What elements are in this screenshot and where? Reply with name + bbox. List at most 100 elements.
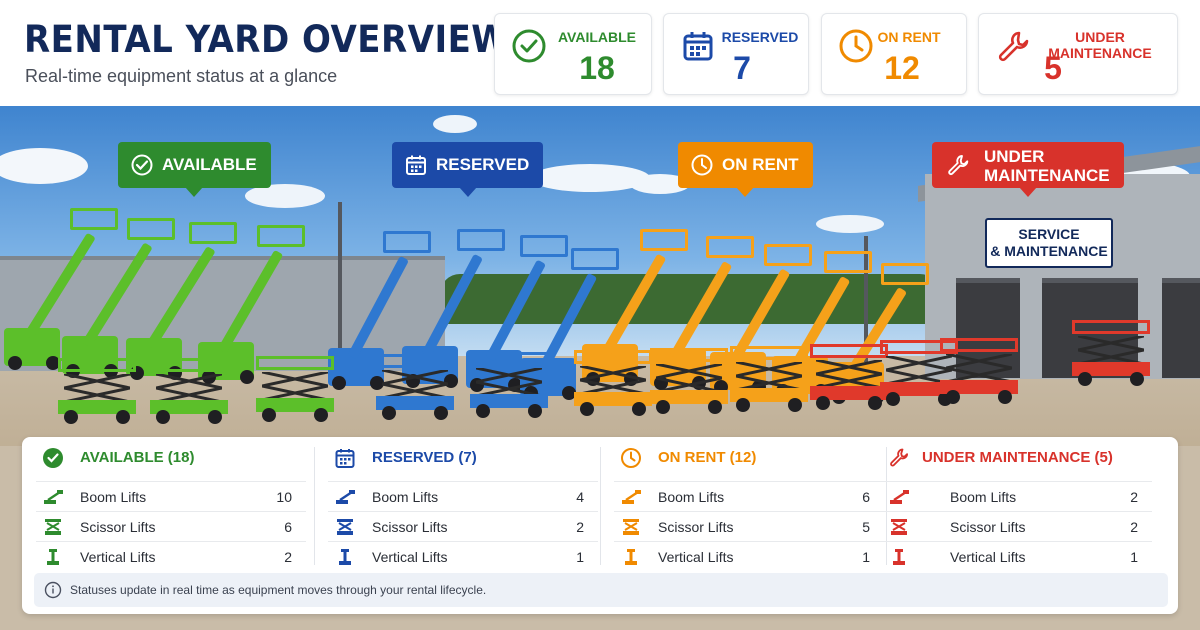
marker-label: AVAILABLE: [162, 155, 257, 174]
summary-row: Vertical Lifts 1: [614, 541, 884, 571]
header-bar: RENTAL YARD OVERVIEW Real-time equipment…: [0, 0, 1200, 106]
scissor-lift: [256, 356, 334, 422]
marker-maintenance: UNDER MAINTENANCE: [932, 142, 1124, 197]
summary-row: Scissor Lifts 6: [36, 511, 306, 541]
marker-label-line-1: UNDER: [984, 147, 1045, 166]
row-label: Scissor Lifts: [950, 519, 1026, 535]
scissor-lift: [650, 348, 728, 414]
check-circle-icon: [131, 154, 153, 176]
summary-column-on-rent: ON RENT (12) Boom Lifts 6 Scissor Lifts 5 …: [614, 445, 884, 569]
scissor-lift-icon: [891, 519, 907, 535]
summary-row: Boom Lifts 6: [614, 481, 884, 511]
scissor-lift: [730, 346, 808, 412]
summary-column-available: AVAILABLE (18) Boom Lifts 10 Scissor Lift…: [36, 445, 306, 569]
stat-card-on-rent[interactable]: ON RENT 12: [821, 13, 967, 95]
row-label: Boom Lifts: [950, 489, 1017, 505]
row-value: 4: [576, 489, 584, 505]
row-value: 1: [576, 549, 584, 565]
wrench-icon: [948, 155, 969, 176]
marker-label: RESERVED: [436, 155, 530, 174]
summary-heading-label: UNDER MAINTENANCE (5): [922, 449, 1113, 466]
sign-line-2: & MAINTENANCE: [990, 243, 1108, 259]
summary-row: Boom Lifts 2: [882, 481, 1152, 511]
check-circle-icon: [512, 29, 546, 63]
check-circle-icon: [43, 448, 63, 468]
clock-icon: [839, 29, 873, 63]
page-title: RENTAL YARD OVERVIEW: [24, 18, 510, 61]
stat-value: 5: [1044, 50, 1062, 86]
summary-heading: ON RENT (12): [614, 445, 884, 473]
scissor-lift: [376, 354, 454, 420]
scissor-lift: [58, 358, 136, 424]
row-label: Boom Lifts: [658, 489, 725, 505]
row-value: 2: [284, 549, 292, 565]
row-value: 1: [862, 549, 870, 565]
summary-column-maintenance: UNDER MAINTENANCE (5) Boom Lifts 2 Scisso…: [882, 445, 1152, 569]
calendar-icon: [335, 449, 355, 468]
row-value: 6: [284, 519, 292, 535]
vertical-lift-icon: [893, 549, 905, 565]
summary-heading: UNDER MAINTENANCE (5): [882, 445, 1152, 473]
summary-row: Scissor Lifts 2: [882, 511, 1152, 541]
stat-label: AVAILABLE: [557, 29, 637, 45]
vertical-lift-icon: [339, 549, 351, 565]
boom-lift-icon: [890, 490, 909, 504]
summary-row: Scissor Lifts 5: [614, 511, 884, 541]
row-label: Scissor Lifts: [658, 519, 734, 535]
info-text: Statuses update in real time as equipmen…: [70, 583, 487, 597]
marker-on-rent: ON RENT: [678, 142, 813, 197]
marker-label-line-2: MAINTENANCE: [984, 166, 1110, 185]
column-divider: [314, 447, 315, 565]
row-value: 2: [1130, 519, 1138, 535]
row-label: Vertical Lifts: [80, 549, 156, 565]
summary-row: Vertical Lifts 1: [328, 541, 598, 571]
row-label: Boom Lifts: [80, 489, 147, 505]
stat-card-maintenance[interactable]: UNDER MAINTENANCE 5: [978, 13, 1178, 95]
scissor-lift: [940, 338, 1018, 404]
info-icon: [44, 581, 62, 599]
boom-lift-icon: [622, 490, 641, 504]
summary-heading-label: ON RENT (12): [658, 449, 757, 466]
scissor-lift: [810, 344, 888, 410]
clock-icon: [691, 154, 713, 176]
marker-reserved: RESERVED: [392, 142, 544, 197]
status-summary-panel: AVAILABLE (18) Boom Lifts 10 Scissor Lift…: [22, 437, 1178, 614]
marker-available: AVAILABLE: [118, 142, 271, 197]
wrench-icon: [998, 31, 1029, 62]
boom-lift: [188, 210, 305, 384]
calendar-icon: [683, 32, 713, 61]
row-value: 2: [576, 519, 584, 535]
marker-label: ON RENT: [722, 155, 799, 174]
row-value: 1: [1130, 549, 1138, 565]
column-divider: [600, 447, 601, 565]
scissor-lift: [470, 352, 548, 418]
summary-row: Vertical Lifts 2: [36, 541, 306, 571]
scissor-lift: [574, 350, 652, 416]
stat-card-available[interactable]: AVAILABLE 18: [494, 13, 652, 95]
row-label: Boom Lifts: [372, 489, 439, 505]
sign-line-1: SERVICE: [1018, 226, 1080, 242]
stat-label: RESERVED: [721, 29, 799, 45]
stat-value: 7: [733, 50, 751, 86]
summary-heading-label: RESERVED (7): [372, 449, 477, 466]
service-bay-door: [1162, 278, 1200, 378]
vertical-lift-icon: [47, 549, 59, 565]
row-label: Scissor Lifts: [80, 519, 156, 535]
summary-heading: AVAILABLE (18): [36, 445, 306, 473]
stat-value: 18: [579, 50, 615, 86]
boom-lift-icon: [336, 490, 355, 504]
scissor-lift-icon: [45, 519, 61, 535]
summary-heading-label: AVAILABLE (18): [80, 449, 195, 466]
yard-photo: SERVICE & MAINTENANCE AVAILABLE RESERVED…: [0, 106, 1200, 446]
stat-card-reserved[interactable]: RESERVED 7: [663, 13, 809, 95]
row-label: Vertical Lifts: [658, 549, 734, 565]
vertical-lift-icon: [625, 549, 637, 565]
service-maintenance-sign: SERVICE & MAINTENANCE: [985, 218, 1113, 268]
row-value: 10: [276, 489, 292, 505]
summary-row: Boom Lifts 4: [328, 481, 598, 511]
summary-row: Scissor Lifts 2: [328, 511, 598, 541]
row-label: Vertical Lifts: [950, 549, 1026, 565]
scissor-lift-icon: [337, 519, 353, 535]
row-value: 5: [862, 519, 870, 535]
summary-row: Boom Lifts 10: [36, 481, 306, 511]
